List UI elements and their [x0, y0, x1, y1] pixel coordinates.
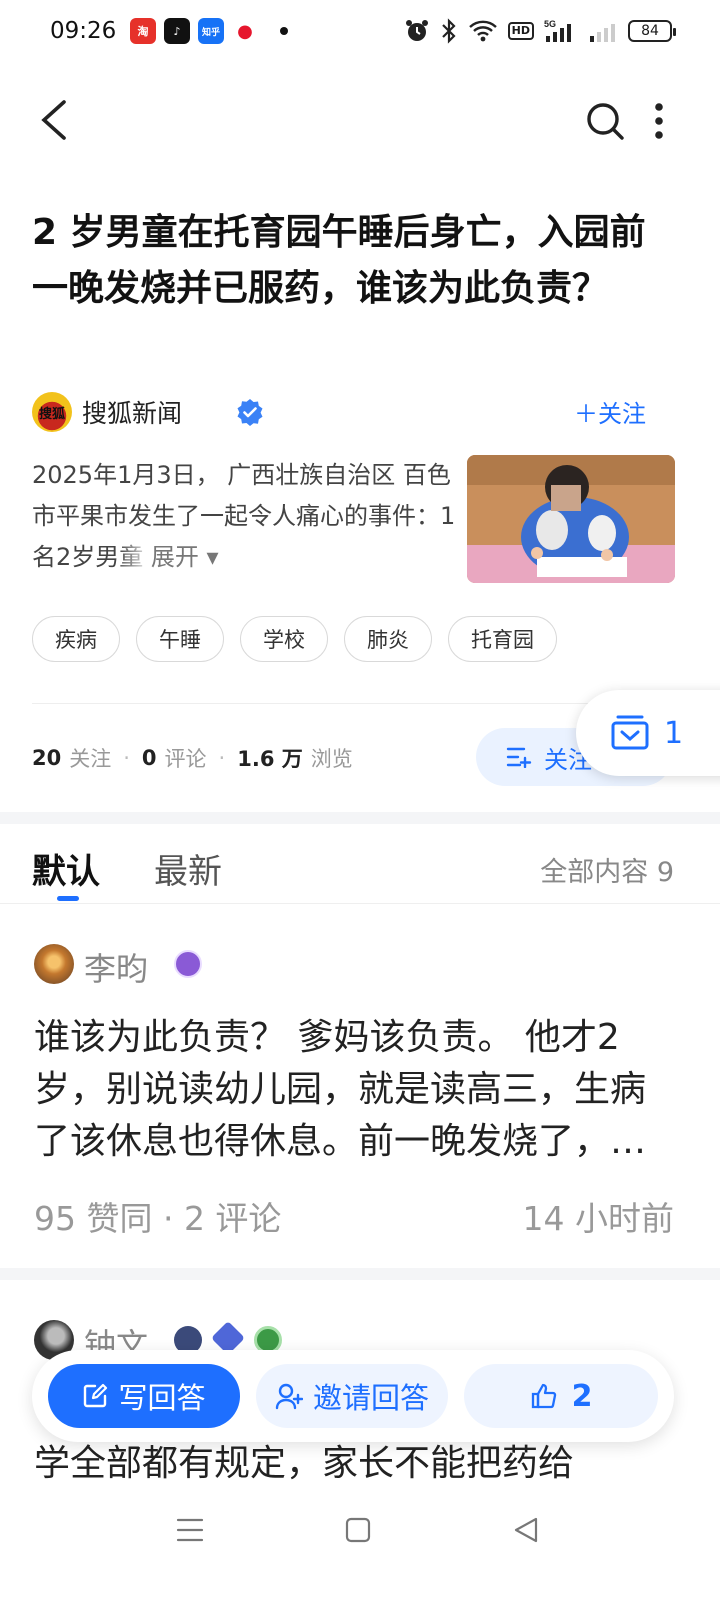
tag-item[interactable]: 疾病 — [32, 616, 120, 662]
follow-label: 关注 — [69, 747, 112, 771]
chevron-left-icon — [41, 100, 66, 140]
tab-latest[interactable]: 最新 — [154, 844, 222, 893]
question-thumbnail[interactable] — [467, 455, 675, 583]
view-label: 浏览 — [310, 747, 353, 771]
wifi-icon — [468, 20, 497, 42]
thumbs-up-icon — [531, 1383, 556, 1409]
verified-badge-icon — [237, 399, 263, 426]
dot-separator: · — [218, 746, 226, 770]
more-options-button[interactable] — [646, 98, 672, 144]
all-content-count[interactable]: 全部内容 9 — [540, 850, 674, 889]
follow-author-button[interactable]: ＋关注 — [574, 394, 646, 429]
answer-meta: 95 赞同 · 2 评论 — [34, 1199, 282, 1238]
comment-label[interactable]: 评论 — [165, 743, 207, 773]
more-vertical-icon — [655, 103, 663, 139]
bluetooth-icon — [441, 18, 456, 44]
floating-count: 1 — [664, 715, 684, 751]
add-list-icon — [506, 747, 532, 768]
tag-item[interactable]: 肺炎 — [344, 616, 432, 662]
answer-excerpt[interactable]: 谁该为此负责？ 爹妈该负责。 他才2岁，别说读幼儿园，就是读高三，生病了该休息也… — [34, 1012, 674, 1168]
answer-tabs: 默认 最新 全部内容 9 — [0, 824, 720, 904]
summary-fade-text: 童 — [119, 543, 144, 571]
agree-count: 2 — [571, 1378, 593, 1414]
bottom-action-bar: 写回答 邀请回答 2 — [32, 1350, 674, 1442]
tab-default[interactable]: 默认 — [32, 844, 100, 893]
avatar[interactable] — [34, 944, 74, 984]
zhihu-icon: 知乎 — [198, 18, 224, 44]
back-button[interactable] — [30, 90, 80, 150]
douyin-icon: ♪ — [164, 18, 190, 44]
status-time: 09:26 — [50, 18, 117, 44]
floating-favorites-button[interactable]: 1 — [576, 690, 720, 776]
child-photo-image — [467, 455, 675, 583]
author-avatar[interactable]: 搜狐 — [32, 392, 72, 432]
tag-item[interactable]: 午睡 — [136, 616, 224, 662]
search-button[interactable] — [582, 98, 628, 144]
section-separator — [0, 1268, 720, 1280]
write-answer-button[interactable]: 写回答 — [48, 1364, 240, 1428]
taobao-icon: 淘 — [130, 18, 156, 44]
question-stats: 20 关注 · 0 评论 · 1.6 万浏览 — [32, 743, 353, 773]
alarm-icon — [405, 20, 428, 41]
home-icon[interactable] — [338, 1510, 378, 1550]
comment-count: 0 — [141, 746, 157, 770]
signal-weak-icon — [590, 24, 615, 42]
hd-icon: HD — [507, 22, 534, 40]
question-title: 2 岁男童在托育园午睡后身亡，入园前一晚发烧并已服药，谁该为此负责？ — [32, 212, 646, 309]
answer-excerpt[interactable]: 学全部都有规定，家长不能把药给 — [34, 1438, 674, 1480]
expand-button[interactable]: 展开 ▾ — [151, 543, 219, 571]
system-nav-bar — [0, 1490, 720, 1600]
summary-text: 2025年1月3日， 广西壮族自治区 百色市平果市发生了一起令人痛心的事件：1名… — [32, 461, 456, 571]
weibo-icon: ● — [232, 18, 258, 44]
tag-item[interactable]: 托育园 — [448, 616, 557, 662]
dot-separator: · — [123, 746, 130, 770]
author-name[interactable]: 搜狐新闻 — [82, 394, 182, 430]
author-row: 搜狐 搜狐新闻 ＋关注 — [32, 390, 682, 434]
topic-tags: 疾病 午睡 学校 肺炎 托育园 — [32, 616, 557, 662]
add-person-icon — [275, 1383, 303, 1410]
member-badge-icon — [174, 950, 202, 978]
signal-5g-icon: 5G — [544, 19, 571, 42]
agree-button[interactable]: 2 — [464, 1364, 658, 1428]
search-icon — [587, 103, 624, 140]
status-bar: 09:26 淘 ♪ 知乎 ● HD 5G 84 — [0, 0, 720, 64]
battery-icon: 84 — [628, 20, 676, 42]
invite-answer-label: 邀请回答 — [312, 1381, 429, 1415]
svg-text:5G: 5G — [544, 19, 556, 29]
status-right-group: HD 5G 84 — [404, 16, 676, 46]
top-bar — [0, 80, 720, 160]
write-answer-label: 写回答 — [118, 1381, 206, 1415]
answer-time: 14 小时前 — [522, 1199, 674, 1238]
tag-item[interactable]: 学校 — [240, 616, 328, 662]
answer-author[interactable]: 李昀 — [84, 944, 148, 990]
notification-dot-icon — [280, 27, 288, 35]
question-summary[interactable]: 2025年1月3日， 广西壮族自治区 百色市平果市发生了一起令人痛心的事件：1名… — [32, 455, 462, 578]
active-tab-indicator — [57, 896, 79, 901]
menu-icon[interactable] — [170, 1510, 210, 1550]
inbox-icon — [611, 715, 649, 750]
follow-count: 20 — [32, 746, 62, 770]
invite-answer-button[interactable]: 邀请回答 — [256, 1364, 448, 1428]
section-separator — [0, 812, 720, 824]
back-triangle-icon[interactable] — [506, 1510, 546, 1550]
answer-card[interactable]: 李昀 谁该为此负责？ 爹妈该负责。 他才2岁，别说读幼儿园，就是读高三，生病了该… — [0, 904, 720, 1268]
edit-icon — [84, 1383, 108, 1408]
view-count: 1.6 万 — [237, 747, 303, 771]
